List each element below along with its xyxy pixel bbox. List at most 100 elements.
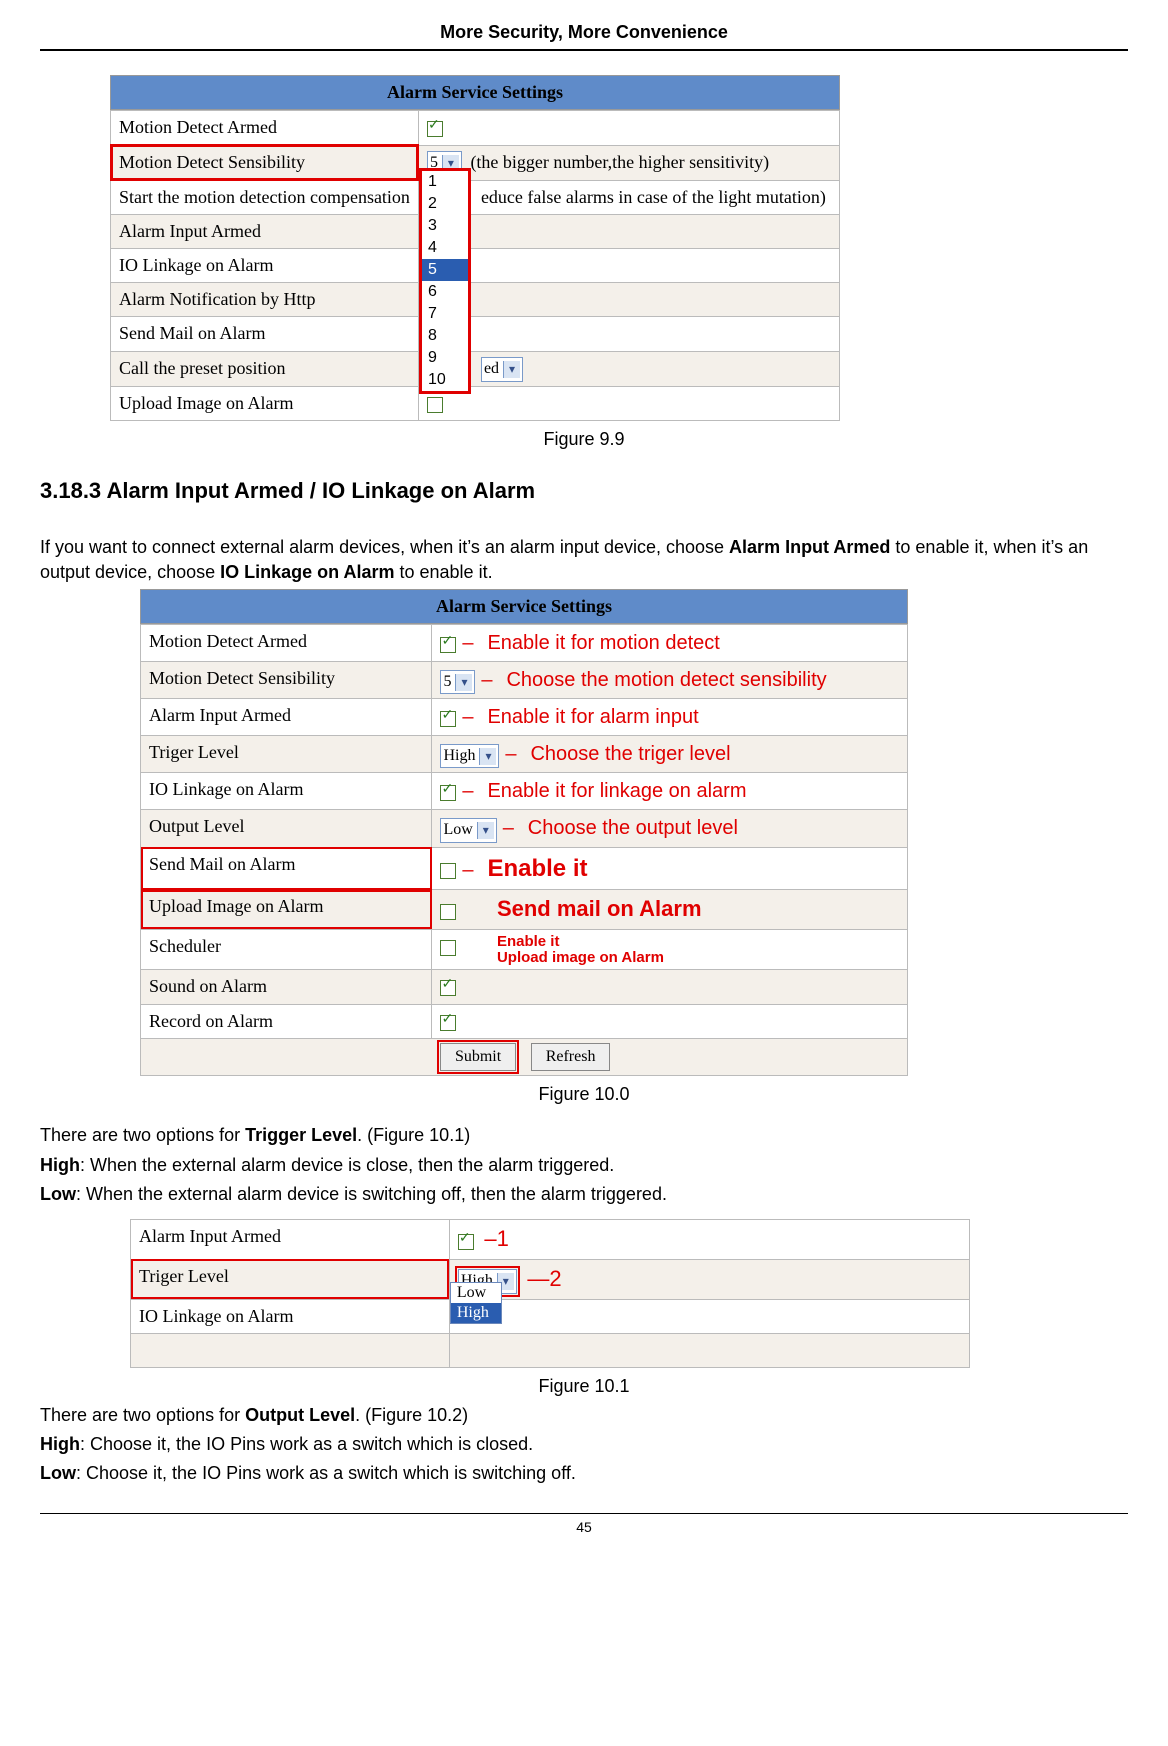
text: 2 <box>549 1266 561 1291</box>
row-io-linkage: IO Linkage on Alarm <box>141 773 432 810</box>
chevron-down-icon: ▾ <box>503 361 520 378</box>
alarm-input-armed-checkbox[interactable] <box>458 1234 474 1250</box>
upload-image-checkbox[interactable] <box>427 397 443 413</box>
row-start-compensation: Start the motion detection compensation <box>111 180 419 214</box>
chevron-down-icon: ▾ <box>479 748 496 765</box>
triger-option[interactable]: Low <box>451 1283 501 1303</box>
text: . (Figure 10.1) <box>357 1125 470 1145</box>
sens-option[interactable]: 7 <box>422 303 468 325</box>
io-linkage-checkbox[interactable] <box>440 785 456 801</box>
annotation: Enable it for linkage on alarm <box>487 780 746 802</box>
text-bold: High <box>40 1434 80 1454</box>
row-alarm-input-armed: Alarm Input Armed <box>111 214 419 248</box>
annotation-dash-icon: – <box>461 629 475 657</box>
annotation: Enable it Upload image on Alarm <box>497 934 664 966</box>
page-header: More Security, More Convenience <box>40 20 1128 51</box>
row-alarm-notification-http: Alarm Notification by Http <box>111 283 419 317</box>
text: : Choose it, the IO Pins work as a switc… <box>76 1463 576 1483</box>
annotation: Enable it <box>487 855 587 882</box>
text: : When the external alarm device is swit… <box>76 1184 667 1204</box>
triger-level-dropdown-open[interactable]: Low High <box>450 1282 502 1324</box>
alarm-input-armed-checkbox[interactable] <box>440 711 456 727</box>
motion-detect-armed-checkbox[interactable] <box>440 637 456 653</box>
text: There are two options for <box>40 1125 245 1145</box>
trigger-high-line: High: When the external alarm device is … <box>40 1153 1128 1178</box>
row-io-linkage: IO Linkage on Alarm <box>131 1299 450 1333</box>
annotation: Choose the motion detect sensibility <box>506 669 826 691</box>
annotation-dash-icon: – <box>461 856 475 884</box>
send-mail-checkbox[interactable] <box>440 863 456 879</box>
annotation-dash-icon: – <box>461 703 475 731</box>
sensibility-hint: (the bigger number,the higher sensitivit… <box>470 152 769 172</box>
sens-option[interactable]: 3 <box>422 215 468 237</box>
row-triger-level: Triger Level <box>141 736 432 773</box>
row-motion-detect-armed: Motion Detect Armed <box>141 625 432 662</box>
sens-option[interactable]: 4 <box>422 237 468 259</box>
row-send-mail: Send Mail on Alarm <box>111 317 419 351</box>
annotation: Choose the triger level <box>530 743 730 765</box>
triger-option-selected[interactable]: High <box>451 1303 501 1323</box>
sensibility-dropdown-open[interactable]: 1 2 3 4 5 6 7 8 9 10 <box>419 168 471 394</box>
sound-on-alarm-checkbox[interactable] <box>440 980 456 996</box>
annotation: Choose the output level <box>528 817 738 839</box>
chevron-down-icon: ▾ <box>455 674 472 691</box>
row-upload-image: Upload Image on Alarm <box>111 386 419 420</box>
submit-button[interactable]: Submit <box>440 1043 516 1071</box>
annotation: Send mail on Alarm <box>497 896 702 921</box>
row-record-on-alarm: Record on Alarm <box>141 1004 432 1038</box>
text-bold: Output Level <box>245 1405 355 1425</box>
annotation-line: Upload image on Alarm <box>497 949 664 966</box>
text: . (Figure 10.2) <box>355 1405 468 1425</box>
sens-option[interactable]: 9 <box>422 347 468 369</box>
output-level-intro: There are two options for Output Level. … <box>40 1403 1128 1428</box>
row-alarm-input-armed: Alarm Input Armed <box>131 1219 450 1259</box>
output-low-line: Low: Choose it, the IO Pins work as a sw… <box>40 1461 1128 1486</box>
sens-option[interactable]: 2 <box>422 193 468 215</box>
row-motion-detect-sensibility: Motion Detect Sensibility <box>111 145 419 180</box>
sensibility-select[interactable]: 5▾ <box>440 670 475 694</box>
text: : Choose it, the IO Pins work as a switc… <box>80 1434 533 1454</box>
preset-select-value: ed <box>484 360 499 377</box>
refresh-button[interactable]: Refresh <box>531 1043 611 1071</box>
figure-9-9-caption: Figure 9.9 <box>40 427 1128 452</box>
triger-level-value: High <box>443 747 475 764</box>
sens-option[interactable]: 6 <box>422 281 468 303</box>
row-alarm-input-armed: Alarm Input Armed <box>141 699 432 736</box>
annotation-line: Enable it <box>497 933 560 950</box>
text: to enable it. <box>395 562 493 582</box>
figure-10-1: Alarm Input Armed –1 Triger Level High▾ … <box>130 1219 970 1368</box>
figure-9-9: Alarm Service Settings Motion Detect Arm… <box>110 75 840 421</box>
row-motion-detect-armed: Motion Detect Armed <box>111 111 419 145</box>
row-send-mail: Send Mail on Alarm <box>141 847 432 890</box>
upload-image-checkbox[interactable] <box>440 904 456 920</box>
figure-10-0: Alarm Service Settings Motion Detect Arm… <box>140 589 908 1076</box>
annotation-dash-icon: – <box>461 777 475 805</box>
sens-option[interactable]: 1 <box>422 171 468 193</box>
row-output-level: Output Level <box>141 810 432 847</box>
motion-detect-armed-checkbox[interactable] <box>427 121 443 137</box>
text: If you want to connect external alarm de… <box>40 537 729 557</box>
annotation-dash-icon: – <box>501 814 515 842</box>
row-sound-on-alarm: Sound on Alarm <box>141 970 432 1004</box>
text-bold: Trigger Level <box>245 1125 357 1145</box>
alarm-settings-title: Alarm Service Settings <box>140 589 908 624</box>
triger-level-select[interactable]: High▾ <box>440 744 499 768</box>
output-level-value: Low <box>443 821 472 838</box>
figure-10-0-caption: Figure 10.0 <box>40 1082 1128 1107</box>
text-bold: High <box>40 1155 80 1175</box>
row-motion-detect-sensibility: Motion Detect Sensibility <box>141 662 432 699</box>
annotation-number: —2 <box>527 1266 561 1291</box>
text-bold: Alarm Input Armed <box>729 537 890 557</box>
output-level-select[interactable]: Low▾ <box>440 818 496 842</box>
annotation: Enable it for alarm input <box>487 706 698 728</box>
sens-option[interactable]: 8 <box>422 325 468 347</box>
preset-select[interactable]: ed▾ <box>481 357 523 381</box>
record-on-alarm-checkbox[interactable] <box>440 1015 456 1031</box>
scheduler-checkbox[interactable] <box>440 940 456 956</box>
sens-option[interactable]: 10 <box>422 369 468 391</box>
annotation-number: –1 <box>484 1226 509 1251</box>
page-number: 45 <box>40 1513 1128 1538</box>
text: There are two options for <box>40 1405 245 1425</box>
output-high-line: High: Choose it, the IO Pins work as a s… <box>40 1432 1128 1457</box>
sens-option-selected[interactable]: 5 <box>422 259 468 281</box>
